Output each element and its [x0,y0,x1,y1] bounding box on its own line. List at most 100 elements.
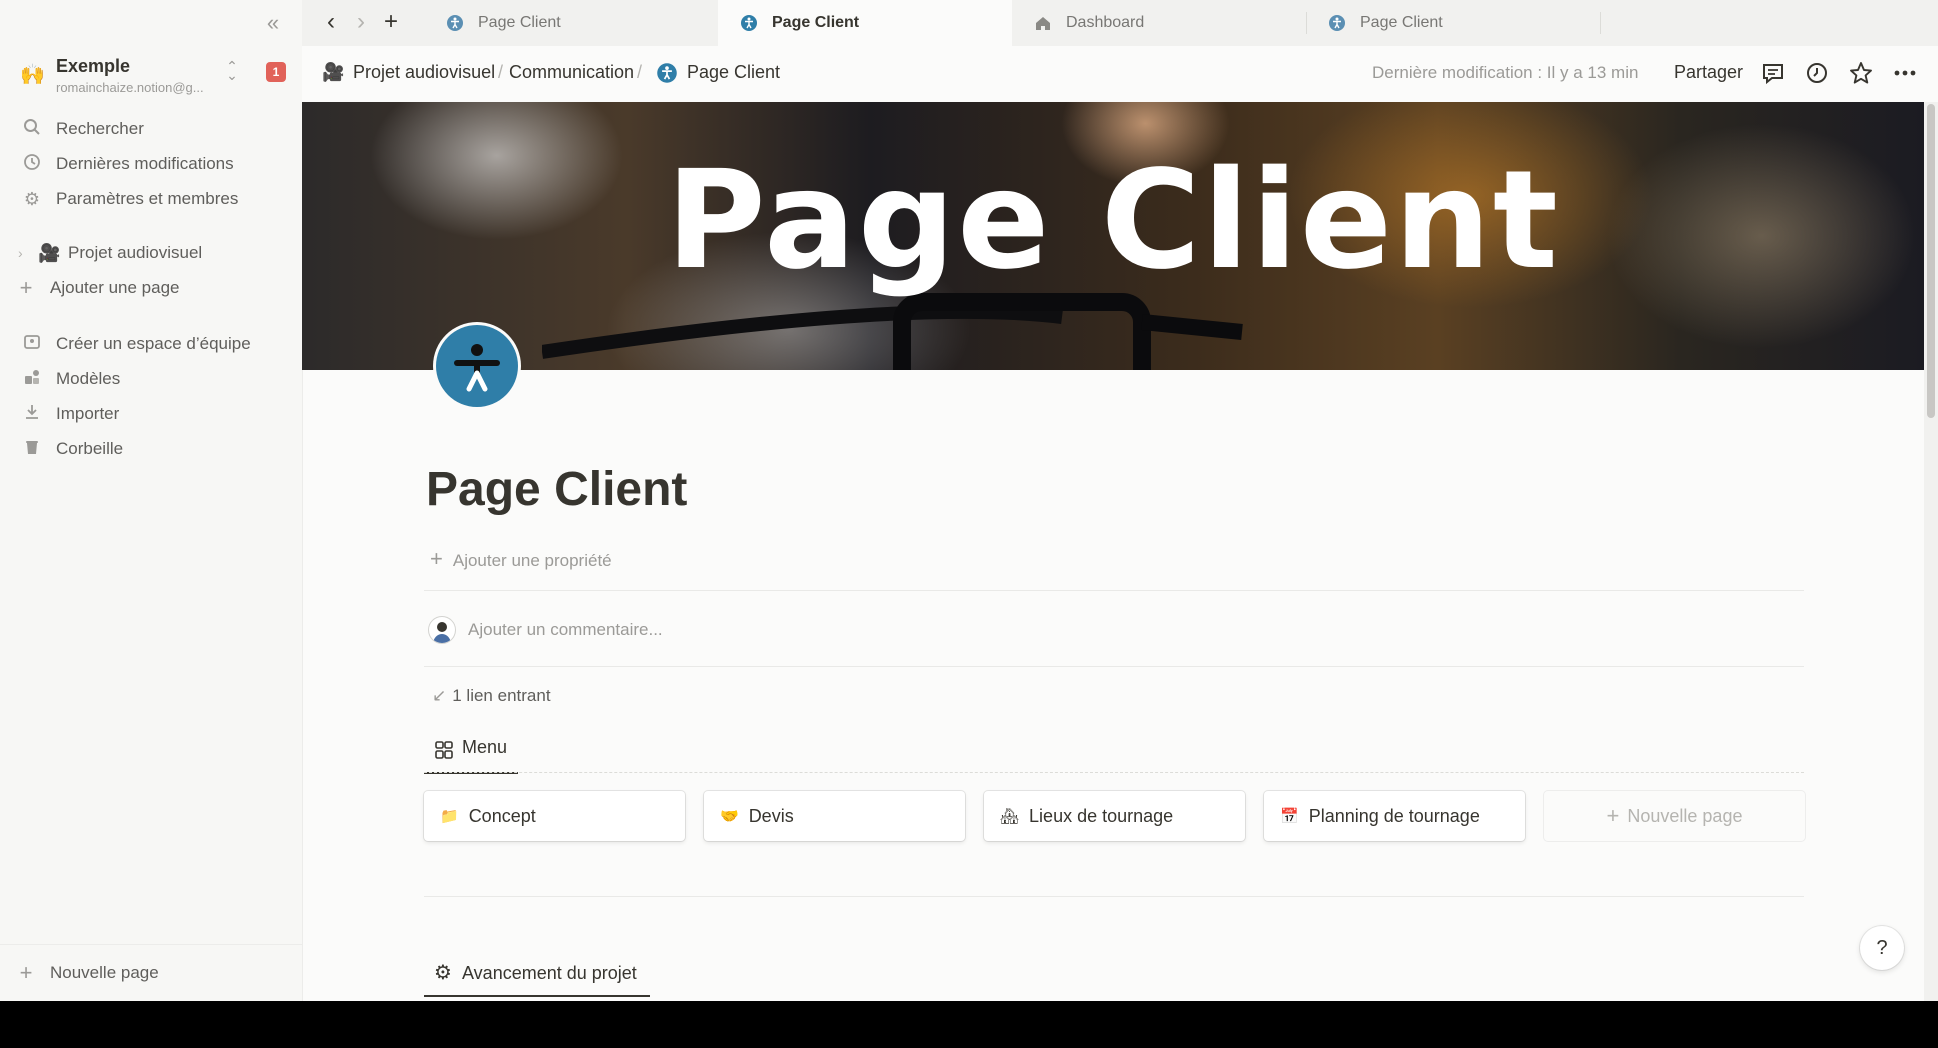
gallery-grid-icon [435,741,453,759]
tab-page-client-1[interactable]: Page Client [424,0,718,46]
scrollbar-thumb[interactable] [1927,104,1935,418]
accessibility-icon [657,63,677,83]
divider [424,666,1804,667]
sidebar-divider [0,944,302,945]
sidebar-item-label: Ajouter une page [50,278,180,297]
help-button[interactable]: ? [1860,926,1904,970]
tab-dashboard[interactable]: Dashboard [1012,0,1306,46]
plus-icon: + [430,546,443,571]
tab-label: Page Client [1360,14,1443,31]
sidebar-item-projet-audiovisuel[interactable]: › 🎥 Projet audiovisuel [8,237,294,269]
divider [424,590,1804,591]
more-options-icon[interactable] [1890,58,1920,88]
breadcrumb-separator: / [637,62,643,82]
breadcrumb-projet-audiovisuel[interactable]: Projet audiovisuel [353,62,495,83]
import-icon [20,403,44,426]
plus-icon: + [19,960,33,985]
chevron-right-icon[interactable]: › [18,245,32,261]
film-camera-icon: 🎥 [322,62,345,82]
houses-icon: 🏘 [1000,808,1020,825]
tab-separator [1600,12,1601,34]
scrollbar[interactable] [1924,102,1938,1001]
sidebar-item-label: Nouvelle page [50,963,159,982]
view-divider [424,772,1804,773]
accessibility-icon [741,15,757,31]
sidebar-item-team-space[interactable]: Créer un espace d’équipe [8,328,294,360]
card-title: Devis [748,805,794,826]
page-cover-image[interactable]: Page Client [302,102,1924,370]
notion-window: « 🙌 Exemple romainchaize.notion@g... ⌃ ⌄ … [0,0,1938,1001]
workspace-switcher[interactable]: 🙌 Exemple romainchaize.notion@g... ⌃ ⌄ 1 [14,54,290,100]
tab-label: Page Client [478,14,561,31]
favorite-star-icon[interactable] [1846,58,1876,88]
new-page-label: Nouvelle page [1627,805,1743,826]
sidebar-item-trash[interactable]: Corbeille [8,433,294,465]
tab-menu[interactable]: Menu [424,732,518,774]
tab-avancement-du-projet[interactable]: ⚙ Avancement du projet [424,955,650,997]
sidebar-item-label: Créer un espace d’équipe [56,334,251,353]
sidebar-item-templates[interactable]: Modèles [8,363,294,395]
notification-badge[interactable]: 1 [266,62,286,82]
back-arrow-icon[interactable]: ‹ [318,8,344,36]
gallery-card-concept[interactable]: 📁 Concept [424,791,685,841]
arrow-down-left-icon: ↙ [432,686,447,705]
comment-icon[interactable] [1758,58,1788,88]
tab-page-client-3[interactable]: Page Client [1306,0,1600,46]
breadcrumb-communication[interactable]: Communication [509,62,634,83]
sidebar-item-settings[interactable]: ⚙ Paramètres et membres [8,183,294,215]
sidebar-item-label: Dernières modifications [56,154,234,173]
house-icon [1036,17,1050,30]
gallery-card-lieux-de-tournage[interactable]: 🏘 Lieux de tournage [984,791,1245,841]
gallery-card-devis[interactable]: 🤝 Devis [704,791,965,841]
sidebar: « 🙌 Exemple romainchaize.notion@g... ⌃ ⌄ … [0,0,303,1001]
breadcrumb-page-client[interactable]: Page Client [687,62,780,83]
sidebar-item-label: Corbeille [56,439,124,458]
tab-page-client-active[interactable]: Page Client [718,0,1012,46]
tab-label: Dashboard [1066,14,1145,31]
accessibility-icon [447,15,463,31]
gallery-card-planning-de-tournage[interactable]: 📅 Planning de tournage [1264,791,1525,841]
card-title: Lieux de tournage [1029,805,1174,826]
share-button[interactable]: Partager [1674,62,1743,83]
workspace-emoji: 🙌 [20,64,45,86]
backlinks-label: 1 lien entrant [452,686,551,705]
chevron-up-down-icon[interactable]: ⌃ ⌄ [224,59,240,82]
sidebar-new-page[interactable]: + Nouvelle page [8,957,294,989]
collapse-sidebar-icon[interactable]: « [262,12,284,34]
page-title[interactable]: Page Client [426,462,687,517]
breadcrumb-separator: / [498,62,504,82]
sidebar-add-page[interactable]: + Ajouter une page [8,272,294,304]
sidebar-item-label: Projet audiovisuel [68,243,203,262]
sidebar-item-label: Rechercher [56,119,144,138]
sidebar-item-label: Paramètres et membres [56,189,239,208]
calendar-icon: 📅 [1280,808,1299,825]
backlinks-button[interactable]: ↙ 1 lien entrant [432,686,551,706]
cover-title-text: Page Client [666,142,1560,300]
history-clock-icon[interactable] [1802,58,1832,88]
workspace-email: romainchaize.notion@g... [56,80,204,95]
sidebar-item-label: Importer [56,404,120,423]
comment-input[interactable]: Ajouter un commentaire... [468,620,663,640]
tab-label: Avancement du projet [462,963,637,983]
sidebar-item-updates[interactable]: Dernières modifications [8,148,294,180]
accessibility-icon [1329,15,1345,31]
forward-arrow-icon[interactable]: › [348,8,374,36]
card-title: Planning de tournage [1308,805,1480,826]
add-property-label: Ajouter une propriété [452,551,612,570]
templates-icon [20,368,44,391]
tab-label: Page Client [772,14,860,31]
tab-bar: ‹ › + Page Client Page Client Dashboard … [302,0,1938,46]
film-camera-icon: 🎥 [38,242,61,263]
sidebar-item-search[interactable]: Rechercher [8,113,294,145]
workspace-name: Exemple [56,56,131,76]
add-property-button[interactable]: + Ajouter une propriété [430,546,612,572]
tab-label: Menu [462,737,508,757]
card-title: Concept [468,805,536,826]
sidebar-item-import[interactable]: Importer [8,398,294,430]
new-tab-plus-icon[interactable]: + [378,8,404,36]
page-icon-accessibility[interactable] [436,325,518,407]
gallery-new-page-button[interactable]: + Nouvelle page [1544,791,1805,841]
accessibility-icon [454,344,500,392]
clock-icon [20,153,44,176]
gear-icon: ⚙ [434,962,452,984]
